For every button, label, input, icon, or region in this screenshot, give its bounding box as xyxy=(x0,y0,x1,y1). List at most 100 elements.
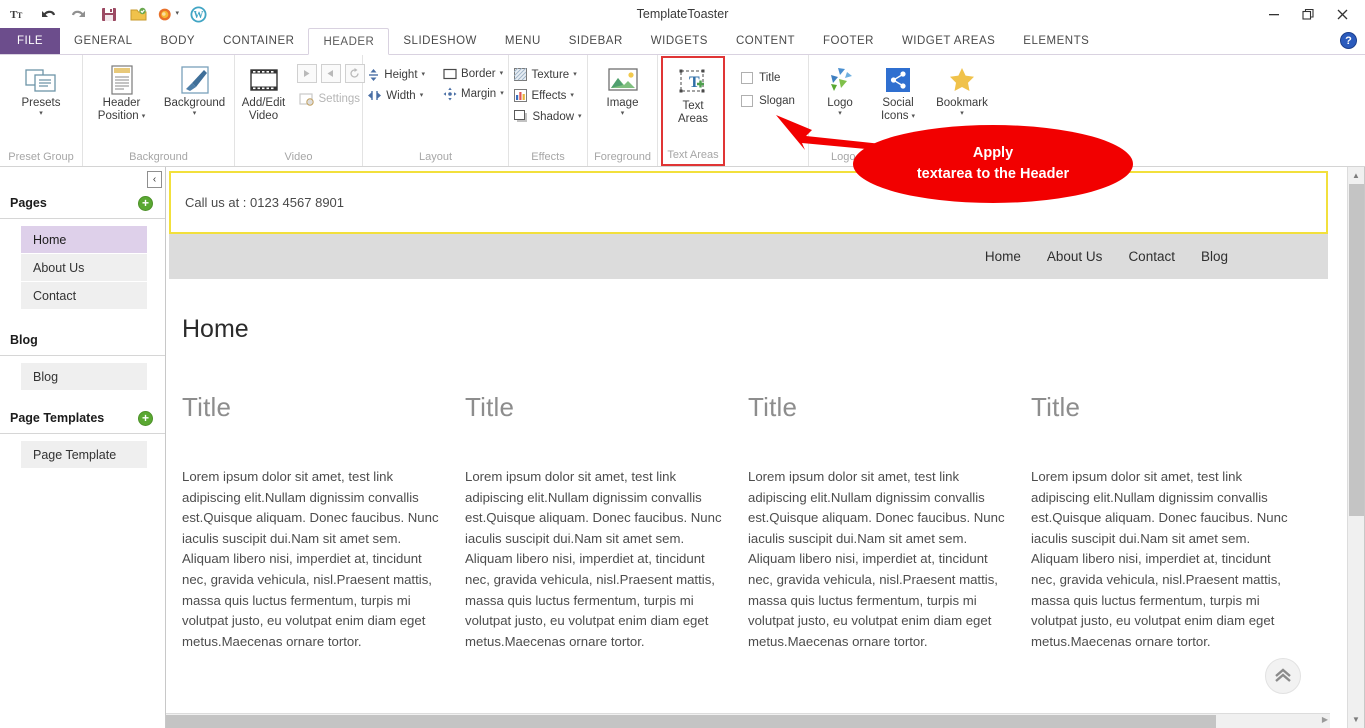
nav-link-about-us[interactable]: About Us xyxy=(1047,249,1103,264)
title-checkbox[interactable] xyxy=(741,72,753,84)
chevron-down-icon[interactable]: ▾ xyxy=(578,113,582,121)
slogan-checkbox[interactable] xyxy=(741,95,753,107)
ribbon-group-preset: Presets ▾ Preset Group xyxy=(0,55,83,166)
chevron-down-icon[interactable]: ▾ xyxy=(911,113,915,121)
tab-elements[interactable]: ELEMENTS xyxy=(1009,28,1103,54)
border-button[interactable]: Border ▾ xyxy=(439,66,508,82)
height-icon xyxy=(367,68,380,82)
sidebar-collapse-button[interactable]: ‹ xyxy=(147,171,162,188)
tab-footer[interactable]: FOOTER xyxy=(809,28,888,54)
chevron-down-icon[interactable]: ▾ xyxy=(570,92,574,100)
chevron-down-icon[interactable]: ▾ xyxy=(420,92,424,100)
nav-link-contact[interactable]: Contact xyxy=(1128,249,1175,264)
tab-widgets[interactable]: WIDGETS xyxy=(637,28,722,54)
title-checkbox-row[interactable]: Title xyxy=(737,69,799,87)
chevron-down-icon[interactable]: ▾ xyxy=(39,110,43,118)
add-edit-video-line1: Add/Edit xyxy=(242,97,285,110)
title-bar: TT ▾ W TemplateToaster xyxy=(0,0,1365,28)
header-position-button[interactable]: Header Position ▾ xyxy=(86,60,158,126)
chevron-down-icon[interactable]: ▾ xyxy=(500,70,504,78)
tab-container[interactable]: CONTAINER xyxy=(209,28,308,54)
column-body: Lorem ipsum dolor sit amet, test link ad… xyxy=(465,467,730,652)
sidebar-section-pages: Pages + xyxy=(0,188,165,219)
text-areas-label-line2: Areas xyxy=(678,113,708,126)
sidebar-item-contact[interactable]: Contact xyxy=(21,282,147,309)
chevron-down-icon[interactable]: ▾ xyxy=(422,71,426,79)
chevron-down-icon[interactable]: ▾ xyxy=(573,71,577,79)
save-icon[interactable] xyxy=(98,4,119,25)
sidebar-item-page-template[interactable]: Page Template xyxy=(21,441,147,468)
sidebar-section-blog: Blog xyxy=(0,325,165,356)
presets-button[interactable]: Presets ▾ xyxy=(7,60,75,121)
tab-slideshow[interactable]: SLIDESHOW xyxy=(389,28,491,54)
undo-icon[interactable] xyxy=(38,4,59,25)
shadow-icon xyxy=(514,110,528,123)
effects-button[interactable]: Effects ▾ xyxy=(510,87,585,104)
nav-link-home[interactable]: Home xyxy=(985,249,1021,264)
sidebar-item-about-us[interactable]: About Us xyxy=(21,254,147,281)
shadow-button[interactable]: Shadow ▾ xyxy=(510,108,585,125)
video-mute-button[interactable] xyxy=(321,64,341,83)
scroll-right-arrow-icon[interactable]: ▶ xyxy=(1322,715,1328,724)
group-label-background: Background xyxy=(85,151,232,166)
tab-general[interactable]: GENERAL xyxy=(60,28,146,54)
bookmark-button[interactable]: Bookmark ▾ xyxy=(927,60,997,121)
background-paintbrush-icon xyxy=(180,63,210,97)
group-label-video: Video xyxy=(237,151,360,166)
background-button[interactable]: Background ▾ xyxy=(158,60,232,121)
help-icon[interactable]: ? xyxy=(1340,32,1357,49)
group-label-layout: Layout xyxy=(365,151,506,166)
sidebar-item-home[interactable]: Home xyxy=(21,226,147,253)
window-controls xyxy=(1257,0,1359,28)
chevron-down-icon[interactable]: ▾ xyxy=(960,110,964,118)
tab-sidebar[interactable]: SIDEBAR xyxy=(555,28,637,54)
tab-widget-areas[interactable]: WIDGET AREAS xyxy=(888,28,1009,54)
width-label: Width xyxy=(386,90,415,102)
scroll-down-arrow-icon[interactable]: ▼ xyxy=(1348,711,1364,728)
header-textarea-region[interactable]: Call us at : 0123 4567 8901 xyxy=(169,171,1328,234)
font-size-icon[interactable]: TT xyxy=(8,4,29,25)
text-areas-button[interactable]: T Text Areas xyxy=(665,63,721,129)
tab-header[interactable]: HEADER xyxy=(308,28,389,55)
open-folder-icon[interactable] xyxy=(128,4,149,25)
add-page-template-button[interactable]: + xyxy=(138,411,153,426)
scroll-up-arrow-icon[interactable]: ▲ xyxy=(1348,167,1364,184)
canvas-vertical-scrollbar[interactable]: ▲ ▼ xyxy=(1347,167,1364,728)
close-button[interactable] xyxy=(1325,1,1359,27)
minimize-button[interactable] xyxy=(1257,1,1291,27)
texture-button[interactable]: Texture ▾ xyxy=(510,66,585,83)
add-page-button[interactable]: + xyxy=(138,196,153,211)
chevron-down-icon[interactable]: ▾ xyxy=(621,110,625,118)
vertical-scroll-thumb[interactable] xyxy=(1349,184,1364,516)
chevron-down-icon[interactable]: ▾ xyxy=(193,110,197,118)
chevron-down-icon[interactable]: ▾ xyxy=(500,90,504,98)
chevron-down-icon[interactable]: ▾ xyxy=(175,10,179,18)
maximize-button[interactable] xyxy=(1291,1,1325,27)
texture-label: Texture xyxy=(531,69,569,81)
horizontal-scroll-thumb[interactable] xyxy=(166,715,1216,728)
settings-icon xyxy=(299,92,315,106)
scroll-to-top-button[interactable] xyxy=(1265,658,1301,694)
chevron-down-icon[interactable]: ▾ xyxy=(142,113,146,121)
margin-button[interactable]: Margin ▾ xyxy=(439,85,508,103)
wordpress-icon[interactable]: W xyxy=(188,4,209,25)
tab-file[interactable]: FILE xyxy=(0,28,60,54)
nav-link-blog[interactable]: Blog xyxy=(1201,249,1228,264)
sidebar-item-blog[interactable]: Blog xyxy=(21,363,147,390)
column-body: Lorem ipsum dolor sit amet, test link ad… xyxy=(182,467,447,652)
tab-body[interactable]: BODY xyxy=(146,28,209,54)
redo-icon[interactable] xyxy=(68,4,89,25)
pages-sidebar: ‹ Pages + Home About Us Contact Blog Blo… xyxy=(0,167,166,728)
canvas-horizontal-scrollbar[interactable]: ▶ xyxy=(166,713,1330,728)
preview-columns: Title Lorem ipsum dolor sit amet, test l… xyxy=(182,364,1314,652)
height-button[interactable]: Height ▾ xyxy=(363,66,429,84)
image-button[interactable]: Image ▾ xyxy=(594,60,652,121)
video-play-button[interactable] xyxy=(297,64,317,83)
width-button[interactable]: Width ▾ xyxy=(363,87,429,104)
add-edit-video-button[interactable]: Add/Edit Video xyxy=(233,60,295,126)
firefox-preview-icon[interactable]: ▾ xyxy=(158,4,179,25)
video-settings-button[interactable]: Settings xyxy=(295,90,365,108)
tab-menu[interactable]: MENU xyxy=(491,28,555,54)
tab-content[interactable]: CONTENT xyxy=(722,28,809,54)
slogan-checkbox-row[interactable]: Slogan xyxy=(737,92,799,110)
